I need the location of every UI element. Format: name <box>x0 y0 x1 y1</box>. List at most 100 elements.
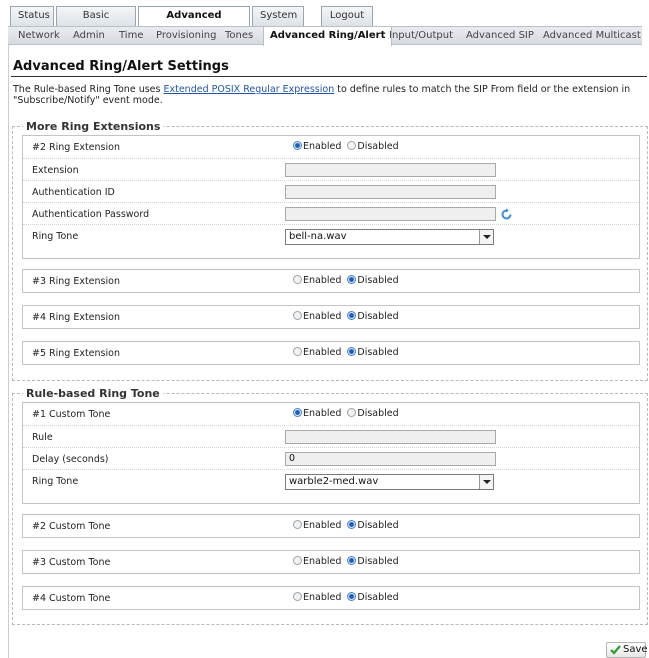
field-label: #4 Custom Tone <box>32 593 111 604</box>
ring-tone-row: Ring Tone bell-na.wav <box>23 224 639 259</box>
tab-logout[interactable]: Logout <box>321 6 373 26</box>
field-label: #4 Ring Extension <box>32 312 120 323</box>
radio-label: Disabled <box>357 141 399 152</box>
ring-extension-3-radio: Enabled Disabled <box>293 275 405 286</box>
tab-status[interactable]: Status <box>10 6 54 26</box>
tab-basic-settings[interactable]: Basic Settings <box>56 6 136 39</box>
ring-tone-select[interactable]: bell-na.wav <box>285 229 494 245</box>
custom-tone-2-box: #2 Custom Tone Enabled Disabled <box>22 514 640 538</box>
select-value: warble2-med.wav <box>289 476 379 487</box>
ring-extension-2-box: #2 Ring Extension Enabled Disabled Extens… <box>22 135 640 259</box>
select-value: bell-na.wav <box>289 231 347 242</box>
tab-advanced-settings[interactable]: Advanced Settings <box>138 6 250 39</box>
ring-extension-5-radio: Enabled Disabled <box>293 347 405 358</box>
radio-disabled[interactable] <box>347 520 357 529</box>
ring-extension-4-radio: Enabled Disabled <box>293 311 405 322</box>
rule-input[interactable] <box>285 430 496 444</box>
radio-disabled[interactable] <box>347 592 357 601</box>
content-panel: Advanced Ring/Alert Settings The Rule-ba… <box>8 45 648 658</box>
radio-enabled[interactable] <box>293 141 302 150</box>
custom-tone-3-radio: Enabled Disabled <box>293 556 405 567</box>
field-label: Rule <box>32 432 53 443</box>
custom-tone-2-radio: Enabled Disabled <box>293 520 405 531</box>
custom-tone-1-box: #1 Custom Tone Enabled Disabled Rule Dela… <box>22 402 640 504</box>
delay-input[interactable]: 0 <box>285 452 496 466</box>
custom-tone-1-row: #1 Custom Tone Enabled Disabled <box>23 403 639 425</box>
field-label: #5 Ring Extension <box>32 348 120 359</box>
custom-ring-tone-row: Ring Tone warble2-med.wav <box>23 469 639 504</box>
radio-enabled[interactable] <box>293 408 302 417</box>
delay-row: Delay (seconds) 0 <box>23 447 639 469</box>
ring-extension-2-radio: Enabled Disabled <box>293 141 405 152</box>
ring-extension-5-box: #5 Ring Extension Enabled Disabled <box>22 341 640 365</box>
custom-tone-4-box: #4 Custom Tone Enabled Disabled <box>22 586 640 610</box>
radio-enabled[interactable] <box>293 347 302 356</box>
extension-row: Extension <box>23 158 639 180</box>
top-tab-bar: Status Basic Settings Advanced Settings … <box>10 6 642 39</box>
ring-extension-2-row: #2 Ring Extension Enabled Disabled <box>23 136 639 158</box>
radio-enabled[interactable] <box>293 556 302 565</box>
custom-tone-4-radio: Enabled Disabled <box>293 592 405 603</box>
radio-enabled[interactable] <box>293 592 302 601</box>
ring-extension-4-box: #4 Ring Extension Enabled Disabled <box>22 305 640 329</box>
field-label: #2 Custom Tone <box>32 521 111 532</box>
subtab-advanced-sip[interactable]: Advanced SIP <box>466 27 534 45</box>
radio-disabled[interactable] <box>347 556 357 565</box>
radio-disabled[interactable] <box>347 408 357 417</box>
tab-system[interactable]: System <box>252 6 304 26</box>
save-label: Save <box>623 644 648 655</box>
auth-id-input[interactable] <box>285 185 496 199</box>
sub-tab-bar: Network Admin Time Provisioning Tones Ad… <box>8 26 642 46</box>
extension-input[interactable] <box>285 163 496 177</box>
field-label: Extension <box>32 165 79 176</box>
section-legend: Rule-based Ring Tone <box>23 387 163 400</box>
intro-prefix: The Rule-based Ring Tone uses <box>13 84 164 95</box>
radio-label: Enabled <box>303 592 342 603</box>
field-label: #3 Ring Extension <box>32 276 120 287</box>
subtab-time[interactable]: Time <box>119 27 143 45</box>
more-ring-extensions-section: More Ring Extensions #2 Ring Extension E… <box>12 120 648 381</box>
page-title: Advanced Ring/Alert Settings <box>13 59 229 74</box>
ring-extension-3-box: #3 Ring Extension Enabled Disabled <box>22 269 640 293</box>
auth-id-row: Authentication ID <box>23 180 639 202</box>
radio-enabled[interactable] <box>293 311 302 320</box>
radio-label: Disabled <box>357 556 399 567</box>
custom-tone-1-radio: Enabled Disabled <box>293 408 405 419</box>
subtab-tones[interactable]: Tones <box>225 27 253 45</box>
subtab-network[interactable]: Network <box>18 27 60 45</box>
radio-disabled[interactable] <box>347 141 357 150</box>
radio-label: Enabled <box>303 520 342 531</box>
subtab-advanced-ring-alert[interactable]: Advanced Ring/Alert <box>263 27 393 46</box>
radio-enabled[interactable] <box>293 520 302 529</box>
radio-label: Disabled <box>357 592 399 603</box>
subtab-advanced-multicast[interactable]: Advanced Multicast <box>543 27 641 45</box>
title-divider <box>11 76 647 77</box>
refresh-icon[interactable] <box>500 208 513 221</box>
subtab-admin[interactable]: Admin <box>73 27 105 45</box>
radio-enabled[interactable] <box>293 275 302 284</box>
radio-label: Enabled <box>303 347 342 358</box>
auth-password-input[interactable] <box>285 207 496 221</box>
field-label: #2 Ring Extension <box>32 142 120 153</box>
radio-label: Enabled <box>303 311 342 322</box>
rule-based-ring-tone-section: Rule-based Ring Tone #1 Custom Tone Enab… <box>12 387 648 625</box>
posix-regex-link[interactable]: Extended POSIX Regular Expression <box>163 84 334 95</box>
radio-label: Disabled <box>357 408 399 419</box>
radio-label: Disabled <box>357 347 399 358</box>
radio-label: Enabled <box>303 408 342 419</box>
rule-row: Rule <box>23 425 639 447</box>
field-label: #1 Custom Tone <box>32 409 111 420</box>
chevron-down-icon <box>479 230 493 244</box>
radio-label: Disabled <box>357 275 399 286</box>
radio-disabled[interactable] <box>347 311 357 320</box>
radio-disabled[interactable] <box>347 275 357 284</box>
field-label: Ring Tone <box>32 231 79 242</box>
custom-ring-tone-select[interactable]: warble2-med.wav <box>285 474 494 490</box>
save-button[interactable]: Save <box>606 642 648 658</box>
field-label: Authentication Password <box>32 209 150 220</box>
subtab-input-output[interactable]: Input/Output <box>389 27 453 45</box>
subtab-provisioning[interactable]: Provisioning <box>156 27 216 45</box>
radio-label: Enabled <box>303 141 342 152</box>
radio-disabled[interactable] <box>347 347 357 356</box>
chevron-down-icon <box>479 475 493 489</box>
